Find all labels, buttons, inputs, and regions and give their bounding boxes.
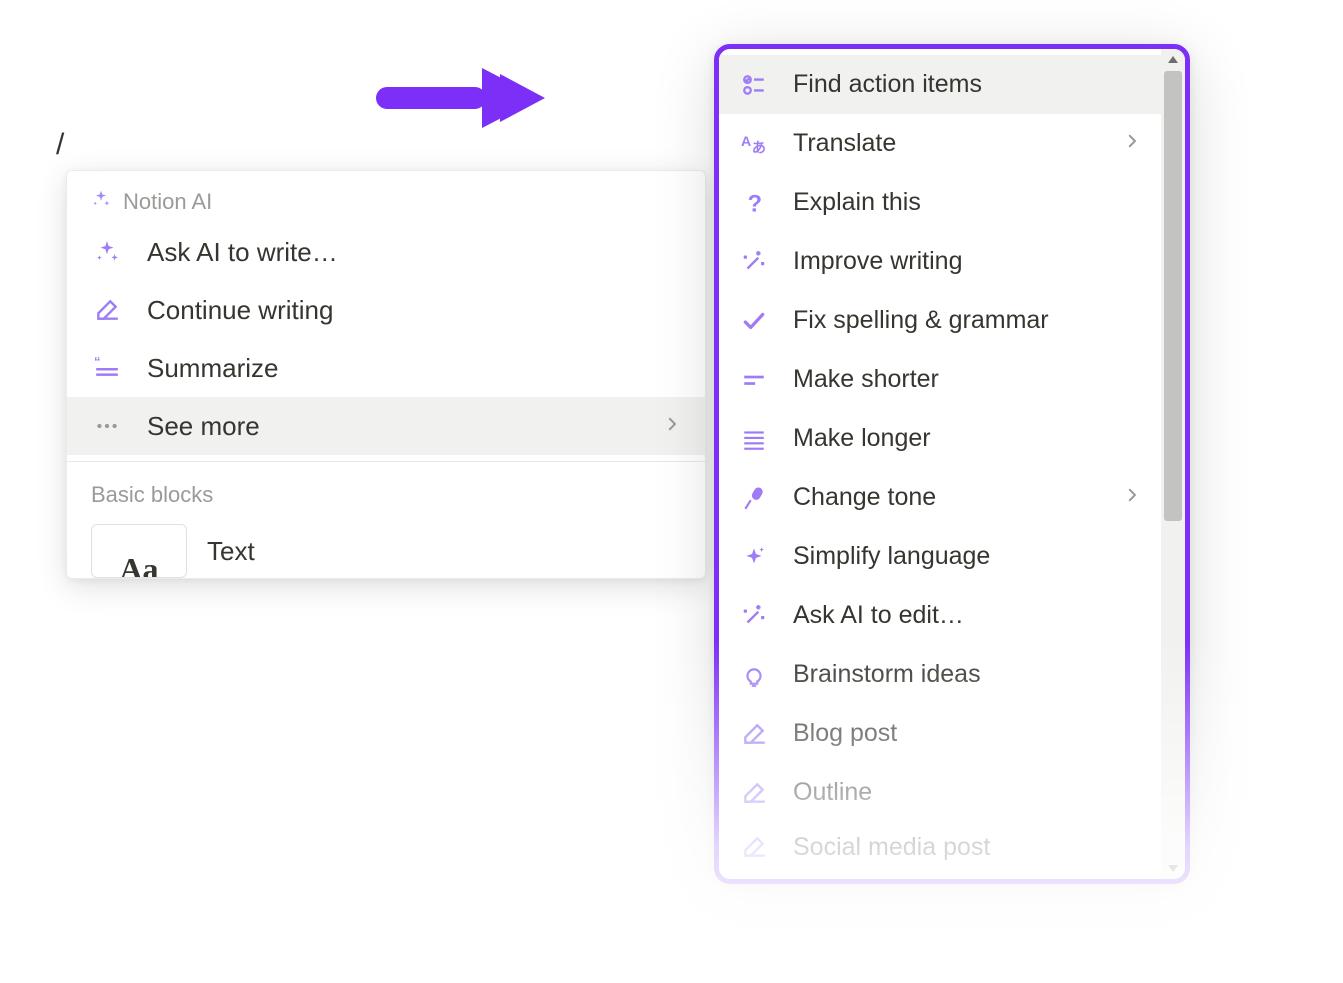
slash-command-menu: Notion AI Ask AI to write… Continue writi…: [66, 170, 706, 579]
check-icon: [739, 306, 769, 336]
submenu-item-brainstorm[interactable]: Brainstorm ideas: [719, 645, 1161, 704]
question-icon: ?: [739, 188, 769, 218]
chevron-right-icon: [1123, 486, 1141, 509]
submenu-item-social-media[interactable]: Social media post: [719, 822, 1161, 872]
submenu-item-make-shorter[interactable]: Make shorter: [719, 350, 1161, 409]
svg-text:“: “: [94, 355, 101, 369]
chevron-right-icon: [1123, 132, 1141, 155]
submenu-item-make-longer[interactable]: Make longer: [719, 409, 1161, 468]
menu-item-label: Continue writing: [147, 295, 681, 326]
pencil-line-icon: [91, 294, 123, 326]
scroll-down-arrow-icon[interactable]: [1161, 857, 1185, 879]
dots-icon: [91, 410, 123, 442]
sparkle-icon: [91, 236, 123, 268]
slash-trigger: /: [56, 128, 64, 162]
submenu-item-find-action-items[interactable]: Find action items: [719, 55, 1161, 114]
submenu-item-label: Ask AI to edit…: [793, 601, 1141, 630]
submenu-item-label: Simplify language: [793, 542, 1141, 571]
submenu-item-label: Make longer: [793, 424, 1141, 453]
checklist-icon: [739, 70, 769, 100]
scroll-up-arrow-icon[interactable]: [1161, 49, 1185, 71]
wand-sparkle-icon: [739, 601, 769, 631]
arrow-annotation-icon: [370, 58, 550, 143]
sparkle-icon: [91, 189, 111, 215]
submenu-item-simplify-language[interactable]: Simplify language: [719, 527, 1161, 586]
lightbulb-icon: [739, 660, 769, 690]
submenu-item-label: Change tone: [793, 483, 1099, 512]
menu-item-continue-writing[interactable]: Continue writing: [67, 281, 705, 339]
microphone-icon: [739, 483, 769, 513]
sparkle-star-icon: [739, 542, 769, 572]
submenu-item-label: Improve writing: [793, 247, 1141, 276]
submenu-item-outline[interactable]: Outline: [719, 763, 1161, 822]
wand-sparkle-icon: [739, 247, 769, 277]
submenu-item-fix-spelling[interactable]: Fix spelling & grammar: [719, 291, 1161, 350]
svg-text:A: A: [741, 133, 751, 149]
submenu-item-translate[interactable]: Aあ Translate: [719, 114, 1161, 173]
submenu-item-blog-post[interactable]: Blog post: [719, 704, 1161, 763]
pencil-line-icon: [739, 719, 769, 749]
block-item-text[interactable]: Aa Text: [67, 524, 705, 578]
basic-blocks-header: Basic blocks: [67, 462, 705, 524]
pencil-line-icon: [739, 832, 769, 862]
scroll-thumb[interactable]: [1164, 71, 1182, 521]
scroll-track[interactable]: [1161, 71, 1185, 857]
ai-submenu: Find action items Aあ Translate? Explain thi…: [714, 44, 1190, 884]
submenu-item-label: Find action items: [793, 70, 1141, 99]
short-lines-icon: [739, 365, 769, 395]
submenu-item-label: Blog post: [793, 719, 1141, 748]
long-lines-icon: [739, 424, 769, 454]
submenu-item-label: Make shorter: [793, 365, 1141, 394]
submenu-item-label: Social media post: [793, 833, 1141, 862]
submenu-item-improve-writing[interactable]: Improve writing: [719, 232, 1161, 291]
pencil-line-icon: [739, 778, 769, 808]
ai-section-label: Notion AI: [123, 189, 212, 215]
submenu-item-change-tone[interactable]: Change tone: [719, 468, 1161, 527]
translate-icon: Aあ: [739, 129, 769, 159]
submenu-item-label: Translate: [793, 129, 1099, 158]
menu-item-label: See more: [147, 411, 639, 442]
submenu-item-label: Fix spelling & grammar: [793, 306, 1141, 335]
block-thumbnail: Aa: [91, 524, 187, 578]
svg-text:?: ?: [748, 190, 763, 215]
block-item-label: Text: [207, 536, 255, 567]
scrollbar[interactable]: [1161, 49, 1185, 879]
chevron-right-icon: [663, 415, 681, 438]
menu-item-summarize[interactable]: “ Summarize: [67, 339, 705, 397]
submenu-item-ask-ai-edit[interactable]: Ask AI to edit…: [719, 586, 1161, 645]
menu-item-label: Summarize: [147, 353, 681, 384]
ai-section-header: Notion AI: [67, 171, 705, 223]
menu-item-see-more[interactable]: See more: [67, 397, 705, 455]
menu-item-label: Ask AI to write…: [147, 237, 681, 268]
menu-item-ask-ai-write[interactable]: Ask AI to write…: [67, 223, 705, 281]
submenu-item-label: Brainstorm ideas: [793, 660, 1141, 689]
submenu-item-explain-this[interactable]: ? Explain this: [719, 173, 1161, 232]
submenu-item-label: Explain this: [793, 188, 1141, 217]
svg-text:あ: あ: [752, 139, 766, 155]
quote-lines-icon: “: [91, 352, 123, 384]
submenu-item-label: Outline: [793, 778, 1141, 807]
